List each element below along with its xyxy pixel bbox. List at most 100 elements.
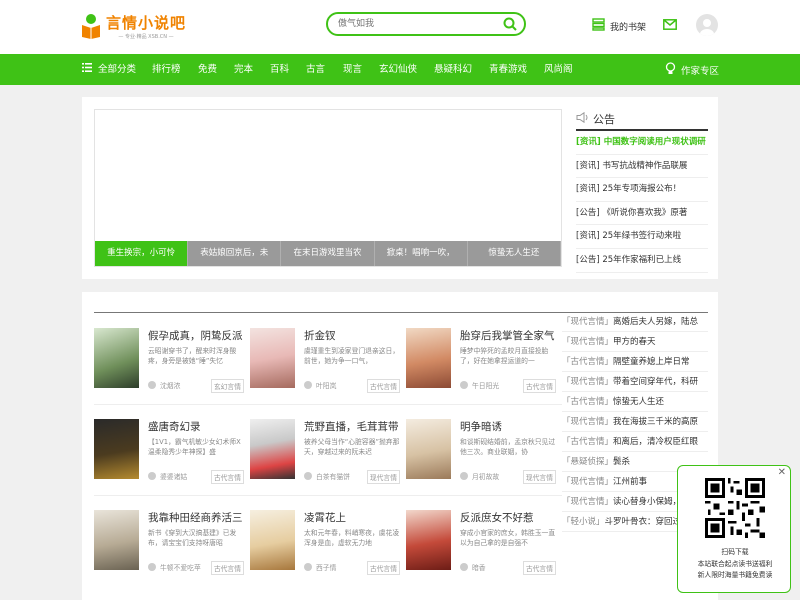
- ranking-title[interactable]: 斗罗叶骨衣：穿回过: [605, 517, 682, 527]
- ranking-item[interactable]: 「古代言情」和离后，清冷权臣红眼: [562, 432, 708, 452]
- ranking-item[interactable]: 「古代言情」惊蛰无人生还: [562, 392, 708, 412]
- search-icon[interactable]: [502, 16, 518, 32]
- nav-all-categories[interactable]: 全部分类: [82, 54, 136, 85]
- book-genre-tag[interactable]: 古代言情: [522, 379, 556, 393]
- close-icon[interactable]: ✕: [778, 467, 786, 478]
- book-cover[interactable]: [250, 328, 295, 388]
- book-logo-icon: [80, 13, 102, 39]
- notice-item[interactable]: [资讯] 25年专项海报公布！: [576, 178, 708, 202]
- book-genre-tag[interactable]: 古代言情: [210, 561, 244, 575]
- book-title[interactable]: 荒野直播，毛茸茸带: [304, 419, 400, 434]
- book-genre-tag[interactable]: 古代言情: [366, 561, 400, 575]
- book-card[interactable]: 我靠种田经商养活三 新书《穿到大汉搞基建》已发布，请宝宝们支持呀唐昭 牛顿不爱吃…: [94, 510, 244, 588]
- top-section: 重生换宗，小可怜 表姑娘回京后，未 在末日游戏里当农 掀桌！唱响一吹， 惊蛰无人…: [82, 97, 718, 279]
- book-title[interactable]: 反派庶女不好惹: [460, 510, 556, 525]
- ranking-category: 「现代言情」: [562, 337, 614, 347]
- book-card[interactable]: 折金钗 虞瑾重生到凌家登门退亲这日，前世，她为争一口气， 叶阳岚 古代言情: [250, 328, 400, 406]
- nav-fantasy[interactable]: 玄幻仙侠: [379, 54, 417, 85]
- ranking-title[interactable]: 鬓杀: [613, 457, 630, 467]
- site-logo[interactable]: 言情小说吧 — 专业·精品 XSB.CN —: [80, 11, 186, 41]
- banner-tab[interactable]: 在末日游戏里当农: [281, 241, 375, 266]
- ranking-item[interactable]: 「现代言情」带着空间穿年代，科研: [562, 372, 708, 392]
- book-card[interactable]: 明争暗诱 和谈斯砚结婚前，孟京秋只见过他三次。商业联姻，协 月初故故 现代言情: [406, 419, 556, 497]
- ranking-category: 「古代言情」: [562, 437, 614, 447]
- book-cover[interactable]: [94, 328, 139, 388]
- qr-line2: 新人限时海量书籍免费读: [697, 571, 773, 579]
- book-card[interactable]: 凌霄花上 太和元年春，料峭寒夜，虞花凌浑身是血，虚软无力地 西子情 古代言情: [250, 510, 400, 588]
- ranking-title[interactable]: 离婚后夫人另嫁，陆总: [613, 317, 698, 327]
- search-input[interactable]: [338, 16, 488, 32]
- book-title[interactable]: 假孕成真，阴鸷反派: [148, 328, 244, 343]
- banner-tab[interactable]: 表姑娘回京后，未: [188, 241, 282, 266]
- nav-ranking[interactable]: 排行榜: [152, 54, 181, 85]
- nav-free[interactable]: 免费: [198, 54, 217, 85]
- ranking-title[interactable]: 我在海拔三千米的高原: [613, 417, 698, 427]
- notice-item[interactable]: [公告] 《听说你喜欢我》原著: [576, 202, 708, 226]
- banner-tab[interactable]: 重生换宗，小可怜: [95, 241, 189, 266]
- ranking-title[interactable]: 甲方的春天: [613, 337, 656, 347]
- book-author: 婆婆诸姑: [148, 471, 187, 481]
- ranking-item[interactable]: 「现代言情」甲方的春天: [562, 332, 708, 352]
- book-cover[interactable]: [250, 419, 295, 479]
- nav-fashion[interactable]: 风尚阁: [544, 54, 573, 85]
- ranking-title[interactable]: 和离后，清冷权臣红眼: [613, 437, 698, 447]
- nav-wiki[interactable]: 百科: [270, 54, 289, 85]
- book-cover[interactable]: [406, 328, 451, 388]
- ranking-title[interactable]: 读心替身小保姆，: [613, 497, 681, 507]
- book-cover[interactable]: [250, 510, 295, 570]
- book-title[interactable]: 我靠种田经商养活三: [148, 510, 244, 525]
- ranking-category: 「古代言情」: [562, 397, 614, 407]
- book-genre-tag[interactable]: 古代言情: [522, 561, 556, 575]
- book-cover[interactable]: [94, 419, 139, 479]
- book-genre-tag[interactable]: 玄幻言情: [210, 379, 244, 393]
- author-zone-link[interactable]: 作家专区: [665, 54, 719, 85]
- book-title[interactable]: 盛唐奇幻录: [148, 419, 244, 434]
- ranking-category: 「现代言情」: [562, 497, 614, 507]
- book-card[interactable]: 假孕成真，阴鸷反派 云昭谢穿书了，醒来时浑身酸疼，身旁是被她“睡”失忆 沈烟浓 …: [94, 328, 244, 406]
- book-card[interactable]: 荒野直播，毛茸茸带 被养父母当作“心脏容器”抛弃那天，穿越过来的阮未迟 白茶有猫…: [250, 419, 400, 497]
- book-title[interactable]: 凌霄花上: [304, 510, 400, 525]
- book-genre-tag[interactable]: 古代言情: [366, 379, 400, 393]
- book-card[interactable]: 盛唐奇幻录 【1V1，霸气机敏少女幻术师X温柔隐秀少年神探】盛 婆婆诸姑 古代言…: [94, 419, 244, 497]
- ranking-item[interactable]: 「古代言情」隔壁童养媳上岸日常: [562, 352, 708, 372]
- book-genre-tag[interactable]: 古代言情: [210, 470, 244, 484]
- nav-youth[interactable]: 青春游戏: [489, 54, 527, 85]
- banner-tab[interactable]: 惊蛰无人生还: [467, 241, 561, 266]
- book-cover[interactable]: [406, 419, 451, 479]
- avatar[interactable]: [696, 14, 718, 36]
- notice-item[interactable]: [资讯] 书写抗战精神作品联展: [576, 155, 708, 179]
- book-cover[interactable]: [94, 510, 139, 570]
- book-cover[interactable]: [406, 510, 451, 570]
- ranking-title[interactable]: 隔壁童养媳上岸日常: [613, 357, 690, 367]
- book-author-name: 白茶有猫饼: [316, 473, 350, 481]
- ranking-title[interactable]: 江州前事: [613, 477, 647, 487]
- ranking-title[interactable]: 惊蛰无人生还: [613, 397, 664, 407]
- ranking-item[interactable]: 「现代言情」我在海拔三千米的高原: [562, 412, 708, 432]
- nav-ancient[interactable]: 古言: [306, 54, 325, 85]
- search-box: [326, 12, 526, 36]
- ranking-title[interactable]: 带着空间穿年代，科研: [613, 377, 698, 387]
- book-author: 沈烟浓: [148, 380, 180, 390]
- book-title[interactable]: 胎穿后我掌管全家气: [460, 328, 556, 343]
- bookshelf-link[interactable]: 我的书架: [592, 18, 646, 34]
- ranking-item[interactable]: 「现代言情」离婚后夫人另嫁，陆总: [562, 312, 708, 332]
- book-title[interactable]: 明争暗诱: [460, 419, 556, 434]
- book-genre-tag[interactable]: 现代言情: [366, 470, 400, 484]
- book-card[interactable]: 胎穿后我掌管全家气 睡梦中猝死的孟皎月直接投胎了，好在她拿捏运道的一 午日阳光 …: [406, 328, 556, 406]
- nav-finished[interactable]: 完本: [234, 54, 253, 85]
- notice-item[interactable]: [公告] 25年作家福利已上线: [576, 249, 708, 273]
- book-author: 月初故故: [460, 471, 499, 481]
- book-genre-tag[interactable]: 现代言情: [522, 470, 556, 484]
- notice-item[interactable]: [资讯] 中国数字阅读用户现状调研: [576, 131, 708, 155]
- ranking-category: 「悬疑侦探」: [562, 457, 614, 467]
- book-card[interactable]: 反派庶女不好惹 穿成小官家的庶女，韩胜玉一直以为自己拿的是自强不 暗香 古代言情: [406, 510, 556, 588]
- notice-item[interactable]: [资讯] 25年绿书签行动来啦: [576, 225, 708, 249]
- nav-modern[interactable]: 现言: [343, 54, 362, 85]
- lightbulb-icon: [665, 61, 681, 78]
- banner-carousel[interactable]: 重生换宗，小可怜 表姑娘回京后，未 在末日游戏里当农 掀桌！唱响一吹， 惊蛰无人…: [94, 109, 562, 267]
- book-author: 牛顿不爱吃苹: [148, 562, 201, 572]
- banner-tab[interactable]: 掀桌！唱响一吹，: [374, 241, 468, 266]
- book-title[interactable]: 折金钗: [304, 328, 400, 343]
- mail-icon[interactable]: [663, 19, 677, 33]
- nav-mystery[interactable]: 悬疑科幻: [434, 54, 472, 85]
